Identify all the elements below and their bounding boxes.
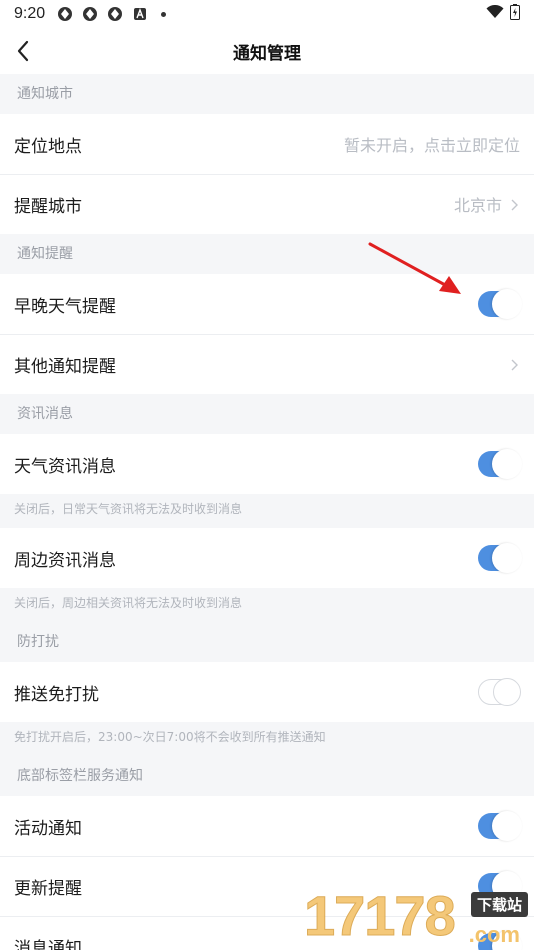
watermark-domain: .com xyxy=(468,922,520,947)
row-note: 关闭后，日常天气资讯将无法及时收到消息 xyxy=(0,494,534,528)
settings-row[interactable]: 提醒城市 北京市 xyxy=(0,174,534,234)
row-label: 周边资讯消息 xyxy=(14,550,116,571)
watermark: 17178 下载站 .com xyxy=(304,884,534,950)
settings-row[interactable]: 推送免打扰 xyxy=(0,662,534,722)
row-label: 提醒城市 xyxy=(14,196,82,217)
toggle-knob xyxy=(493,678,521,706)
status-bar: 9:20 xyxy=(0,0,534,28)
page-title: 通知管理 xyxy=(233,43,301,64)
toggle-switch[interactable] xyxy=(478,678,521,706)
wifi-icon xyxy=(486,4,504,23)
row-value: 暂未开启，点击立即定位 xyxy=(344,132,520,156)
section-header: 资讯消息 xyxy=(0,394,534,434)
row-label: 更新提醒 xyxy=(14,878,82,899)
chevron-right-icon xyxy=(508,358,520,371)
row-value-text: 北京市 xyxy=(453,196,502,215)
app-notification-icon xyxy=(107,6,123,22)
row-value xyxy=(502,358,520,371)
section-header: 防打扰 xyxy=(0,622,534,662)
row-label: 天气资讯消息 xyxy=(14,456,116,477)
settings-group: 推送免打扰 xyxy=(0,662,534,722)
toggle-knob xyxy=(492,449,522,479)
annotation-arrow-icon xyxy=(368,242,461,294)
settings-group: 周边资讯消息 xyxy=(0,528,534,588)
a-notification-icon xyxy=(132,6,148,22)
settings-row[interactable]: 活动通知 xyxy=(0,796,534,856)
row-label: 消息通知 xyxy=(14,938,82,950)
row-value-text: 暂未开启，点击立即定位 xyxy=(343,136,520,155)
chevron-right-icon xyxy=(508,198,520,211)
back-button[interactable] xyxy=(10,38,36,64)
row-label: 定位地点 xyxy=(14,136,82,157)
row-label: 推送免打扰 xyxy=(14,684,99,705)
settings-group: 定位地点 暂未开启，点击立即定位提醒城市 北京市 xyxy=(0,114,534,234)
row-note: 关闭后，周边相关资讯将无法及时收到消息 xyxy=(0,588,534,622)
section-header: 通知城市 xyxy=(0,74,534,114)
more-notifications-dot xyxy=(161,11,167,17)
settings-row[interactable]: 天气资讯消息 xyxy=(0,434,534,494)
battery-icon xyxy=(510,4,520,24)
toggle-knob xyxy=(492,543,522,573)
app-notification-icon xyxy=(82,6,98,22)
app-notification-icon xyxy=(57,6,73,22)
settings-row[interactable]: 周边资讯消息 xyxy=(0,528,534,588)
toggle-switch[interactable] xyxy=(478,543,522,573)
toggle-knob xyxy=(492,289,522,319)
watermark-number: 17178 xyxy=(304,884,457,948)
status-time: 9:20 xyxy=(14,5,46,22)
toggle-switch[interactable] xyxy=(478,289,522,319)
chevron-left-icon xyxy=(17,40,29,62)
toggle-switch[interactable] xyxy=(478,811,522,841)
nav-bar: 通知管理 xyxy=(0,28,534,74)
row-label: 活动通知 xyxy=(14,818,82,839)
section-header: 底部标签栏服务通知 xyxy=(0,756,534,796)
settings-row[interactable]: 定位地点 暂未开启，点击立即定位 xyxy=(0,114,534,174)
row-label: 早晚天气提醒 xyxy=(14,296,116,317)
row-value: 北京市 xyxy=(454,192,520,216)
watermark-tag: 下载站 xyxy=(470,892,528,917)
settings-group: 天气资讯消息 xyxy=(0,434,534,494)
row-label: 其他通知提醒 xyxy=(14,356,116,377)
row-note: 免打扰开启后，23:00~次日7:00将不会收到所有推送通知 xyxy=(0,722,534,756)
toggle-switch[interactable] xyxy=(478,449,522,479)
settings-list: 通知城市 定位地点 暂未开启，点击立即定位 提醒城市 北京市 通知提醒 早晚天气提醒 其他通知… xyxy=(0,74,534,950)
toggle-knob xyxy=(492,811,522,841)
settings-row[interactable]: 其他通知提醒 xyxy=(0,334,534,394)
